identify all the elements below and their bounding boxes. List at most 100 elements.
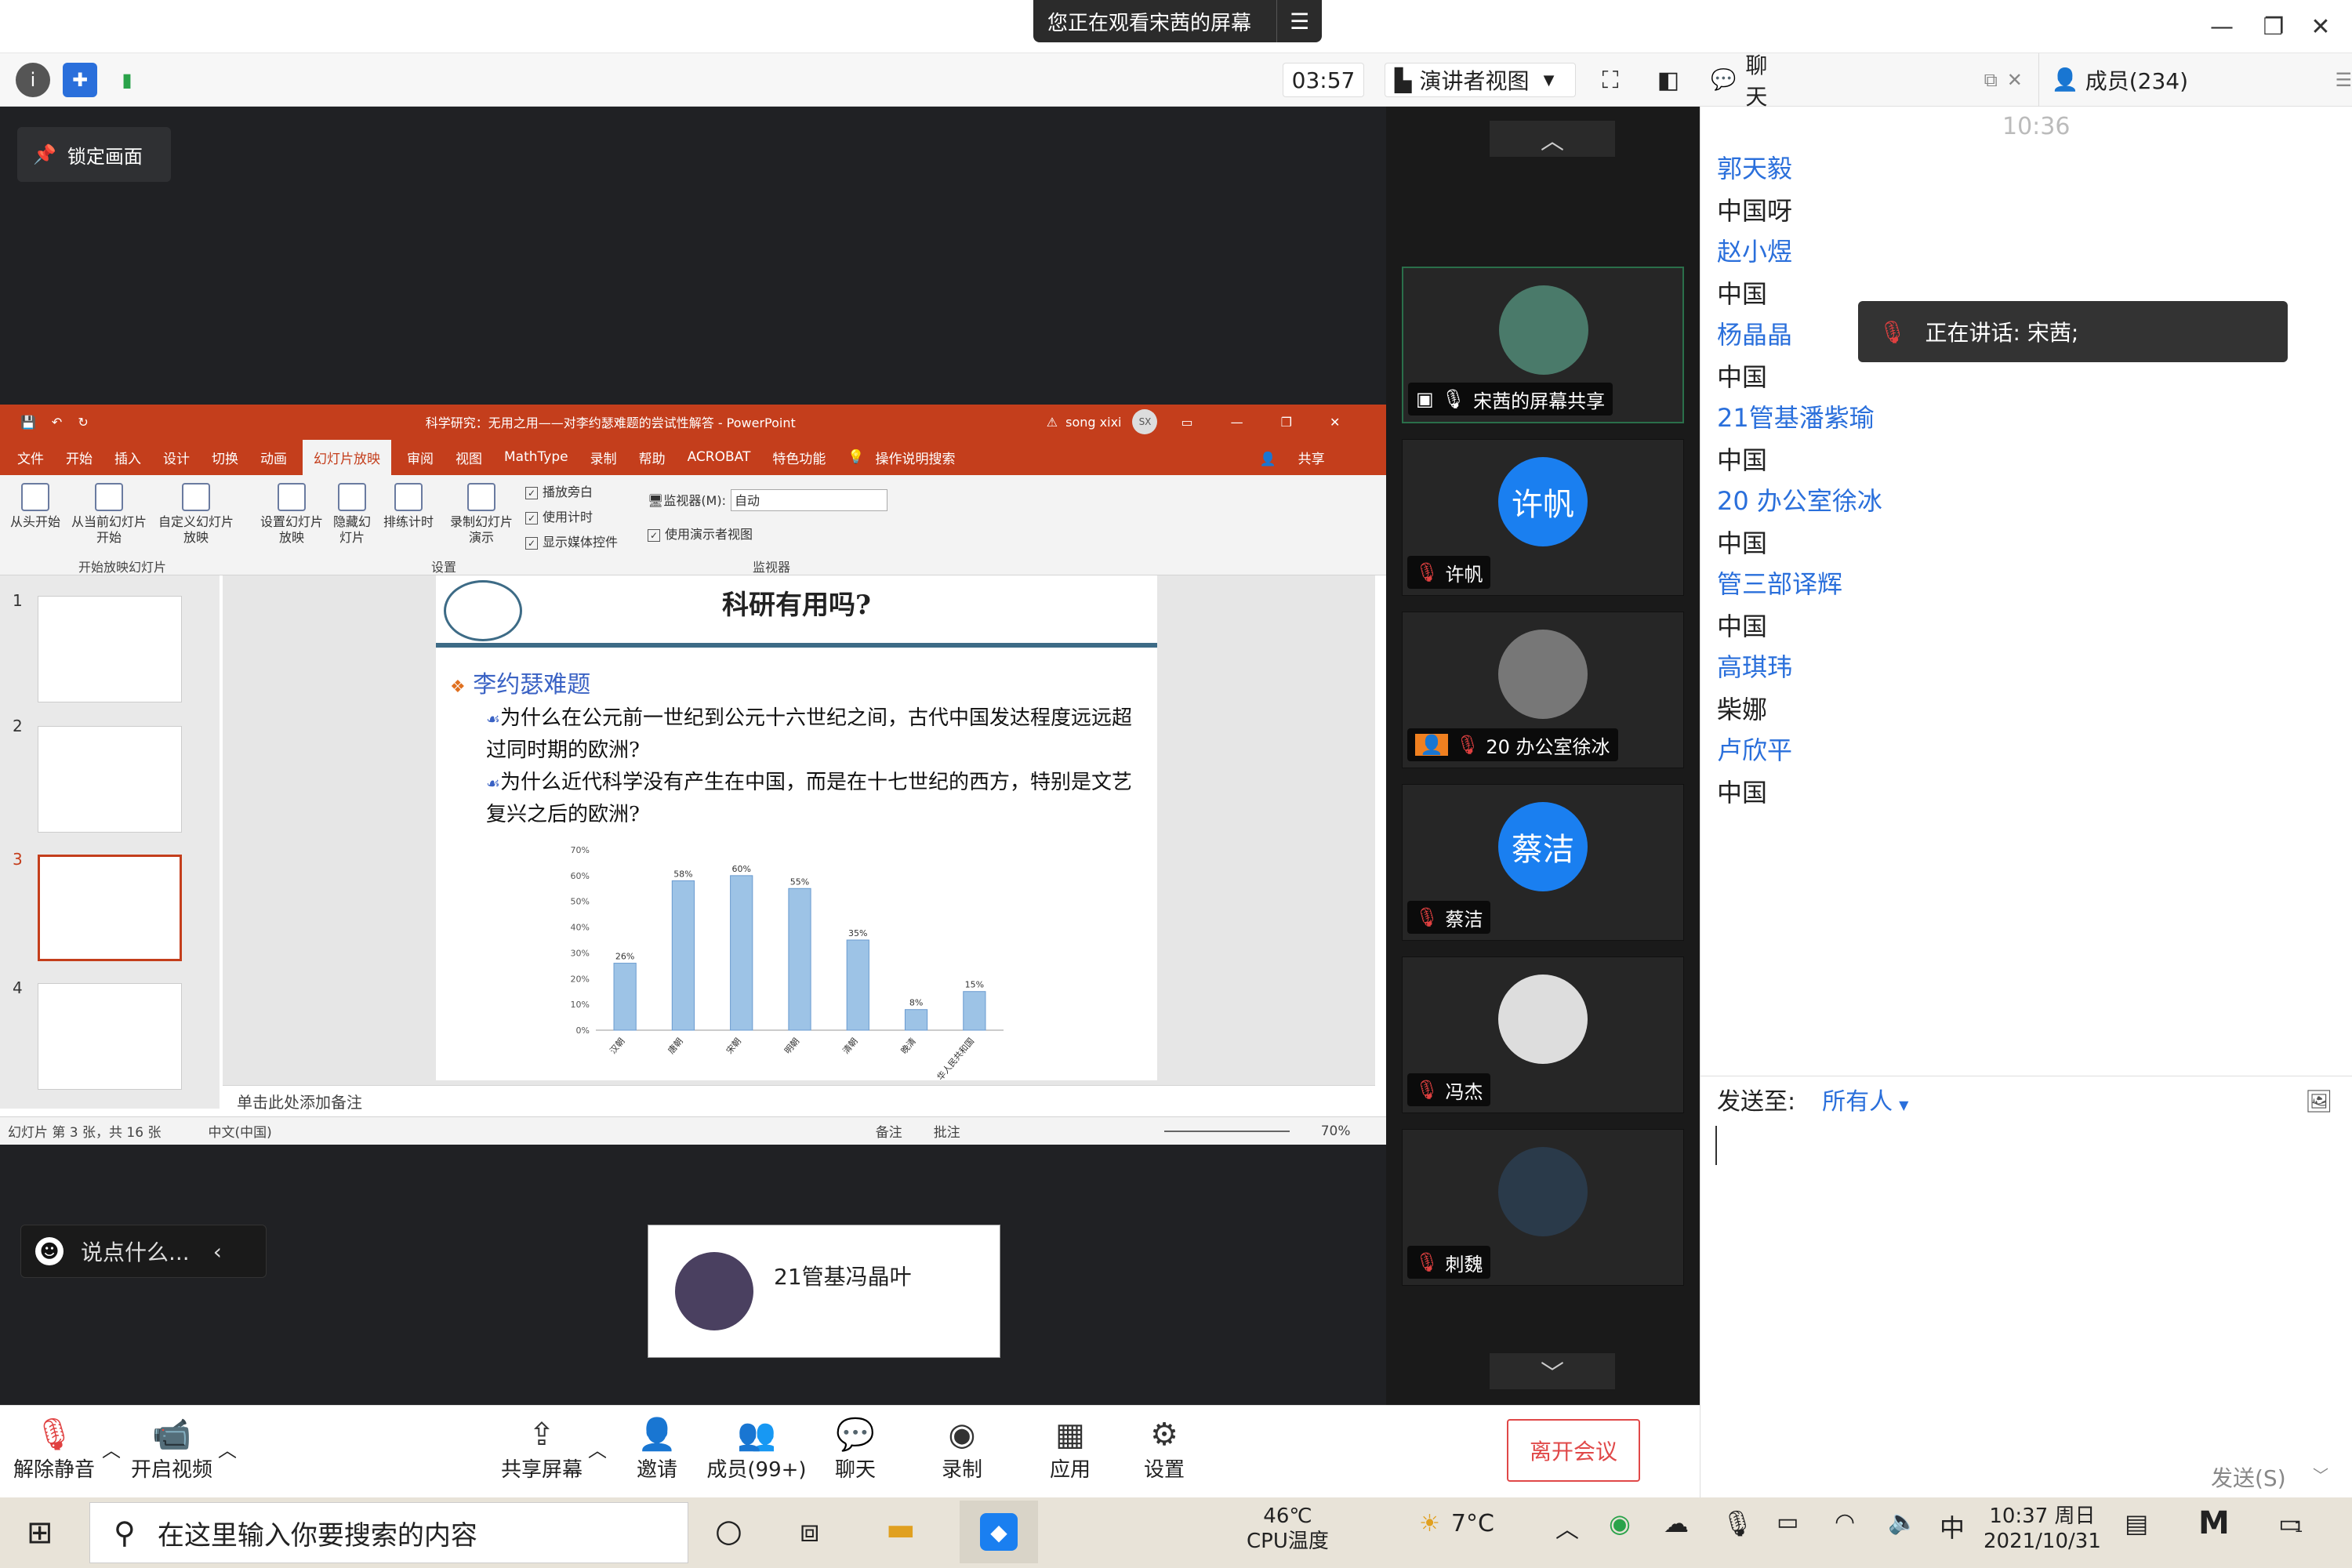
unmute-button[interactable]: 🎙 解除静音 [11,1416,97,1483]
slide-thumbnail[interactable] [38,596,182,702]
meeting-app-icon[interactable]: ◆ [960,1501,1038,1563]
task-view-icon[interactable]: ⧈ [800,1513,819,1549]
chat-sender[interactable]: 卢欣平 [1717,731,1792,767]
clock[interactable]: 10:37 周日 2021/10/31 [1984,1504,2101,1554]
record-button[interactable]: ◉ 录制 [935,1416,989,1483]
minimize-icon[interactable]: — [2206,11,2238,42]
ribbon-display-icon[interactable]: ▭ [1181,415,1192,430]
menu-animations[interactable]: 动画 [260,448,287,467]
settings-button[interactable]: ⚙ 设置 [1137,1416,1192,1483]
chat-sender[interactable]: 管三部译辉 [1717,564,1842,601]
menu-design[interactable]: 设计 [163,448,190,467]
participant-tile[interactable]: ▣ 🎙 宋茜的屏幕共享 [1402,267,1684,423]
menu-home[interactable]: 开始 [66,448,93,467]
send-button[interactable]: 发送(S) [2211,1461,2286,1493]
status-comments-button[interactable]: 批注 [934,1121,960,1141]
chk-media[interactable]: ✓ 显示媒体控件 [525,532,618,550]
menu-file[interactable]: 文件 [17,448,44,467]
chevron-down-icon[interactable]: ﹀ [2313,1463,2328,1486]
close-icon[interactable]: ✕ [2305,11,2336,42]
chk-narration[interactable]: ✓ 播放旁白 [525,481,593,500]
menu-review[interactable]: 审阅 [407,448,434,467]
participant-tile[interactable]: 👤 🎙 20 办公室徐冰 [1402,612,1684,768]
viewing-banner[interactable]: 您正在观看宋茜的屏幕 ☰ [1033,0,1322,42]
windows-icon[interactable]: ⊞ [27,1515,53,1551]
menu-help[interactable]: 帮助 [639,448,666,467]
quick-chat-box[interactable]: ☻ 说点什么... ‹ [20,1225,267,1278]
chat-sender[interactable]: 郭天毅 [1717,149,1792,185]
menu-view[interactable]: 视图 [456,448,482,467]
chevron-up-icon[interactable]: ︿ [1490,121,1615,157]
slide-thumbnail-selected[interactable] [38,855,182,961]
participant-tile[interactable]: 蔡洁 🎙 蔡洁 [1402,784,1684,941]
participant-tile[interactable]: 🎙 冯杰 [1402,956,1684,1113]
chevron-up-icon[interactable]: ︿ [588,1435,607,1462]
info-icon[interactable]: i [16,63,50,97]
list-icon[interactable]: ☰ [1276,0,1322,42]
menu-insert[interactable]: 插入 [114,448,141,467]
restore-icon[interactable]: ❐ [2258,11,2289,42]
mic-icon[interactable]: 🎙 [1722,1508,1754,1538]
cloud-icon[interactable]: ☁ [1664,1508,1689,1538]
restore-icon[interactable]: ❐ [1281,415,1292,430]
chevron-down-icon[interactable]: ﹀ [1490,1353,1615,1389]
invite-button[interactable]: 👤 邀请 [627,1416,687,1483]
chat-input[interactable] [1715,1126,2335,1455]
members-button[interactable]: 👥 成员(99+) [706,1416,808,1483]
share-screen-button[interactable]: ⇪ 共享屏幕 [499,1416,585,1483]
start-video-button[interactable]: 📹 开启视频 [129,1416,215,1483]
monitor-select[interactable]: 自动 [731,489,887,511]
close-icon[interactable]: ✕ [2007,69,2023,91]
redo-icon[interactable]: ↻ [78,415,88,430]
zoom-slider[interactable] [1163,1130,1290,1132]
chk-timing[interactable]: ✓ 使用计时 [525,506,593,525]
minimize-icon[interactable]: — [1231,415,1243,430]
setup-show-button[interactable]: 设置幻灯片放映 [259,483,325,546]
menu-record[interactable]: 录制 [590,448,617,467]
from-start-button[interactable]: 从头开始 [8,483,63,530]
chevron-up-icon[interactable]: ︿ [218,1435,237,1462]
chat-sender[interactable]: 杨晶晶 [1717,315,1792,351]
chat-button[interactable]: 💬 聊天 [828,1416,883,1483]
undo-icon[interactable]: ↶ [52,415,62,430]
lock-screen-button[interactable]: 📌 锁定画面 [17,127,171,182]
ime-indicator[interactable]: 中 [1940,1508,1965,1544]
hide-slide-button[interactable]: 隐藏幻灯片 [329,483,375,546]
volume-icon[interactable]: 🔈 [1888,1508,1917,1536]
chat-sender[interactable]: 20 办公室徐冰 [1717,481,1882,517]
chat-sender[interactable]: 赵小煜 [1717,232,1792,268]
panel-toggle-icon[interactable]: ◧ [1651,63,1686,97]
cortana-icon[interactable]: ○ [715,1513,742,1549]
notes-pane[interactable]: 单击此处添加备注 [223,1085,1375,1116]
notification-icon[interactable]: ▭1 [2278,1508,2303,1538]
weather-widget[interactable]: ☀ 7°C [1419,1510,1494,1537]
slide-thumbnail[interactable] [38,983,182,1090]
chat-tab[interactable]: 聊天 [1745,49,1788,111]
share-button[interactable]: 👤 共享 [1249,448,1336,467]
menu-mathtype[interactable]: MathType [504,449,568,465]
notepad-icon[interactable]: ▤ [2125,1508,2148,1538]
chevron-up-icon[interactable]: ︿ [1555,1510,1579,1544]
leave-meeting-button[interactable]: 离开会议 [1507,1419,1640,1482]
shield-icon[interactable]: ✚ [63,63,97,97]
chk-presenter-view[interactable]: ✓ 使用演示者视图 [648,524,753,543]
view-mode-dropdown[interactable]: ▙ 演讲者视图 ▼ [1385,63,1576,97]
rehearse-button[interactable]: 排练计时 [381,483,436,530]
apps-button[interactable]: ▦ 应用 [1043,1416,1098,1483]
participant-tile[interactable]: 许帆 🎙 许帆 [1402,439,1684,596]
wifi-icon[interactable]: ◠ [1835,1508,1855,1536]
taskbar-search[interactable]: ⚲ 在这里输入你要搜索的内容 [89,1502,688,1563]
status-notes-button[interactable]: 备注 [876,1121,902,1141]
custom-show-button[interactable]: 自定义幻灯片放映 [157,483,235,546]
signal-icon[interactable]: ▮ [110,63,144,97]
popout-icon[interactable]: ⧉ [1984,69,1998,91]
menu-slideshow[interactable]: 幻灯片放映 [303,439,391,475]
menu-features[interactable]: 特色功能 [772,448,826,467]
slide-thumbnail[interactable] [38,726,182,833]
menu-acrobat[interactable]: ACROBAT [688,449,751,465]
close-icon[interactable]: ✕ [1330,415,1340,430]
image-icon[interactable]: 🖼 [2305,1088,2333,1114]
battery-icon[interactable]: ▭ [1777,1508,1798,1536]
save-icon[interactable]: 💾 [20,415,36,430]
app-m-icon[interactable]: M [2198,1505,2230,1541]
